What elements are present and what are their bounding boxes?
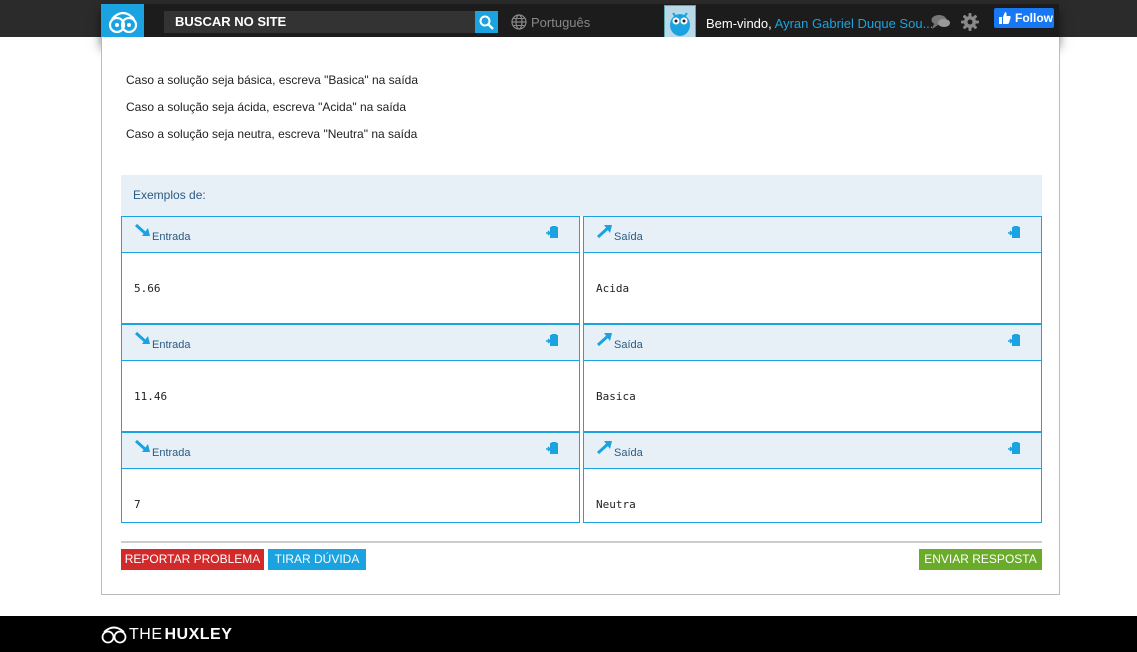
language-label: Português bbox=[531, 14, 591, 30]
copy-icon[interactable] bbox=[545, 442, 559, 459]
user-name-link[interactable]: Ayran Gabriel Duque Sou... bbox=[775, 16, 934, 31]
output-label: Saída bbox=[614, 339, 643, 351]
input-header: Entrada bbox=[121, 216, 580, 252]
output-header: Saída bbox=[583, 432, 1042, 468]
output-header: Saída bbox=[583, 216, 1042, 252]
copy-icon[interactable] bbox=[1007, 226, 1021, 243]
input-header: Entrada bbox=[121, 324, 580, 360]
input-label: Entrada bbox=[152, 339, 191, 351]
owl-avatar-icon bbox=[670, 12, 690, 36]
footer-brand-prefix: THE bbox=[129, 626, 163, 643]
arrow-up-right-icon bbox=[596, 223, 614, 242]
welcome-prefix: Bem-vindo, bbox=[706, 16, 772, 31]
arrow-down-right-icon bbox=[134, 439, 152, 458]
owl-logo-icon bbox=[101, 626, 127, 644]
copy-icon[interactable] bbox=[545, 226, 559, 243]
gear-icon bbox=[961, 13, 979, 31]
input-label: Entrada bbox=[152, 447, 191, 459]
examples-section: Exemplos de: Entrada 5.66 Saída Acida Entrad… bbox=[121, 175, 1042, 523]
submit-answer-button[interactable]: ENVIAR RESPOSTA bbox=[919, 549, 1042, 570]
footer-brand[interactable]: THE HUXLEY bbox=[101, 626, 232, 644]
input-example: Entrada 7 bbox=[121, 432, 580, 523]
settings-button[interactable] bbox=[961, 13, 979, 36]
facebook-follow-button[interactable]: Follow bbox=[994, 8, 1054, 28]
output-value: Basica bbox=[583, 360, 1042, 432]
search-icon bbox=[479, 15, 494, 30]
examples-title: Exemplos de: bbox=[121, 175, 1042, 216]
input-value: 7 bbox=[121, 468, 580, 523]
input-value: 11.46 bbox=[121, 360, 580, 432]
input-example: Entrada 5.66 bbox=[121, 216, 580, 324]
language-selector[interactable]: Português bbox=[511, 14, 590, 30]
arrow-up-right-icon bbox=[596, 439, 614, 458]
search-input[interactable]: BUSCAR NO SITE bbox=[164, 11, 475, 33]
description-line: Caso a solução seja básica, escreva "Bas… bbox=[126, 73, 419, 87]
copy-icon[interactable] bbox=[545, 334, 559, 351]
input-header: Entrada bbox=[121, 432, 580, 468]
owl-logo-icon bbox=[108, 11, 137, 34]
output-label: Saída bbox=[614, 447, 643, 459]
description-line: Caso a solução seja neutra, escreva "Neu… bbox=[126, 127, 418, 141]
ask-doubt-button[interactable]: TIRAR DÚVIDA bbox=[268, 549, 366, 570]
copy-icon[interactable] bbox=[1007, 442, 1021, 459]
report-problem-button[interactable]: REPORTAR PROBLEMA bbox=[121, 549, 264, 570]
globe-icon bbox=[511, 14, 527, 30]
problem-panel: Caso a solução seja básica, escreva "Bas… bbox=[101, 37, 1060, 595]
output-value: Acida bbox=[583, 252, 1042, 324]
examples-grid: Entrada 5.66 Saída Acida Entrada 11.46 Saída Ba… bbox=[121, 216, 1042, 523]
input-example: Entrada 11.46 bbox=[121, 324, 580, 432]
input-label: Entrada bbox=[152, 231, 191, 243]
arrow-down-right-icon bbox=[134, 331, 152, 350]
input-value: 5.66 bbox=[121, 252, 580, 324]
output-example: Saída Neutra bbox=[583, 432, 1042, 523]
footer-brand-suffix: HUXLEY bbox=[164, 626, 233, 643]
output-example: Saída Basica bbox=[583, 324, 1042, 432]
thumbs-up-icon bbox=[999, 12, 1011, 24]
output-example: Saída Acida bbox=[583, 216, 1042, 324]
arrow-up-right-icon bbox=[596, 331, 614, 350]
follow-label: Follow bbox=[1015, 11, 1053, 25]
arrow-down-right-icon bbox=[134, 223, 152, 242]
search-button[interactable] bbox=[475, 11, 498, 33]
copy-icon[interactable] bbox=[1007, 334, 1021, 351]
footer: THE HUXLEY bbox=[0, 616, 1137, 652]
avatar[interactable] bbox=[664, 5, 696, 39]
output-label: Saída bbox=[614, 231, 643, 243]
divider bbox=[121, 541, 1042, 543]
chat-icon bbox=[931, 15, 950, 29]
messages-button[interactable] bbox=[931, 14, 951, 35]
description-line: Caso a solução seja ácida, escreva "Acid… bbox=[126, 100, 407, 114]
welcome-text: Bem-vindo, Ayran Gabriel Duque Sou... bbox=[706, 16, 933, 31]
output-header: Saída bbox=[583, 324, 1042, 360]
output-value: Neutra bbox=[583, 468, 1042, 523]
